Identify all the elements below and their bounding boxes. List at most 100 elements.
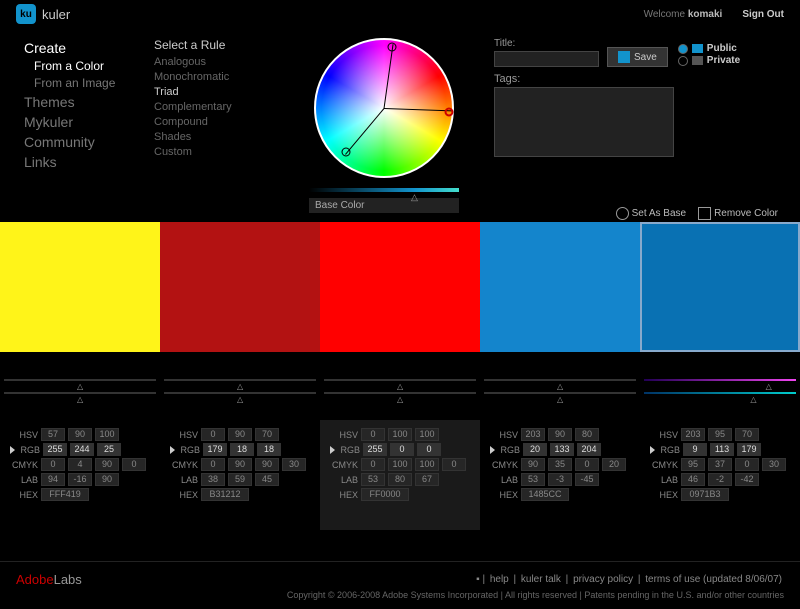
- slider-bar[interactable]: △: [4, 392, 156, 394]
- rgb-g[interactable]: 18: [230, 443, 254, 456]
- cmyk-c[interactable]: 95: [681, 458, 705, 471]
- cmyk-m[interactable]: 35: [548, 458, 572, 471]
- rgb-b[interactable]: 0: [417, 443, 441, 456]
- brightness-slider[interactable]: △: [309, 188, 459, 192]
- lab-b[interactable]: 67: [415, 473, 439, 486]
- cmyk-k[interactable]: 30: [762, 458, 786, 471]
- slider-bar[interactable]: △: [484, 379, 636, 381]
- slider-handle-icon[interactable]: △: [237, 395, 243, 404]
- nav-from-image[interactable]: From an Image: [24, 75, 154, 92]
- slider-handle-icon[interactable]: △: [77, 382, 83, 391]
- rgb-b[interactable]: 18: [257, 443, 281, 456]
- hex-value[interactable]: B31212: [201, 488, 249, 501]
- cmyk-c[interactable]: 0: [361, 458, 385, 471]
- rgb-g[interactable]: 0: [390, 443, 414, 456]
- hsv-v[interactable]: 70: [255, 428, 279, 441]
- hsv-v[interactable]: 80: [575, 428, 599, 441]
- rgb-r[interactable]: 179: [203, 443, 227, 456]
- remove-color-button[interactable]: Remove Color: [698, 207, 778, 220]
- rgb-r[interactable]: 9: [683, 443, 707, 456]
- private-radio[interactable]: [678, 56, 688, 66]
- rgb-g[interactable]: 113: [710, 443, 734, 456]
- lab-l[interactable]: 38: [201, 473, 225, 486]
- cmyk-c[interactable]: 90: [521, 458, 545, 471]
- cmyk-m[interactable]: 90: [228, 458, 252, 471]
- tags-input[interactable]: [494, 87, 674, 157]
- lab-a[interactable]: -3: [548, 473, 572, 486]
- rule-analogous[interactable]: Analogous: [154, 55, 274, 70]
- cmyk-c[interactable]: 0: [201, 458, 225, 471]
- rgb-b[interactable]: 179: [737, 443, 761, 456]
- swatch[interactable]: [160, 222, 320, 352]
- rule-custom[interactable]: Custom: [154, 145, 274, 160]
- swatch[interactable]: [0, 222, 160, 352]
- slider-handle-icon[interactable]: △: [750, 395, 756, 404]
- cmyk-y[interactable]: 100: [415, 458, 439, 471]
- nav-themes[interactable]: Themes: [24, 92, 154, 112]
- slider-handle-icon[interactable]: △: [766, 382, 772, 391]
- brightness-marker-icon[interactable]: △: [411, 192, 418, 203]
- slider-bar[interactable]: △: [324, 392, 476, 394]
- hsv-v[interactable]: 70: [735, 428, 759, 441]
- hsv-v[interactable]: 100: [415, 428, 439, 441]
- cmyk-m[interactable]: 100: [388, 458, 412, 471]
- rgb-r[interactable]: 255: [43, 443, 67, 456]
- lab-l[interactable]: 94: [41, 473, 65, 486]
- hsv-h[interactable]: 203: [681, 428, 705, 441]
- rgb-b[interactable]: 25: [97, 443, 121, 456]
- cmyk-k[interactable]: 0: [442, 458, 466, 471]
- nav-from-color[interactable]: From a Color: [24, 58, 154, 75]
- hsv-s[interactable]: 95: [708, 428, 732, 441]
- slider-bar[interactable]: △: [164, 392, 316, 394]
- cmyk-m[interactable]: 37: [708, 458, 732, 471]
- swatch[interactable]: [320, 222, 480, 352]
- hsv-h[interactable]: 203: [521, 428, 545, 441]
- public-radio[interactable]: [678, 44, 688, 54]
- lab-l[interactable]: 53: [521, 473, 545, 486]
- lab-l[interactable]: 53: [361, 473, 385, 486]
- cmyk-y[interactable]: 90: [95, 458, 119, 471]
- rule-shades[interactable]: Shades: [154, 130, 274, 145]
- wheel-handle[interactable]: [388, 42, 397, 51]
- hex-value[interactable]: 0971B3: [681, 488, 729, 501]
- lab-a[interactable]: -2: [708, 473, 732, 486]
- cmyk-y[interactable]: 0: [575, 458, 599, 471]
- hsv-v[interactable]: 100: [95, 428, 119, 441]
- lab-b[interactable]: 45: [255, 473, 279, 486]
- hsv-h[interactable]: 0: [201, 428, 225, 441]
- hsv-s[interactable]: 90: [548, 428, 572, 441]
- footer-link[interactable]: privacy policy: [573, 574, 633, 585]
- cmyk-c[interactable]: 0: [41, 458, 65, 471]
- hsv-s[interactable]: 90: [228, 428, 252, 441]
- nav-create[interactable]: Create: [24, 38, 154, 58]
- save-button[interactable]: Save: [607, 47, 668, 67]
- slider-bar[interactable]: △: [4, 379, 156, 381]
- rgb-g[interactable]: 133: [550, 443, 574, 456]
- rgb-r[interactable]: 255: [363, 443, 387, 456]
- cmyk-y[interactable]: 0: [735, 458, 759, 471]
- lab-b[interactable]: -45: [575, 473, 599, 486]
- nav-mykuler[interactable]: Mykuler: [24, 112, 154, 132]
- footer-link[interactable]: terms of use (updated 8/06/07): [645, 574, 782, 585]
- nav-links[interactable]: Links: [24, 152, 154, 172]
- wheel-handle[interactable]: [341, 147, 350, 156]
- slider-bar[interactable]: △: [644, 392, 796, 394]
- rgb-r[interactable]: 20: [523, 443, 547, 456]
- slider-bar[interactable]: △: [484, 392, 636, 394]
- swatch[interactable]: [640, 222, 800, 352]
- lab-b[interactable]: 90: [95, 473, 119, 486]
- hsv-s[interactable]: 100: [388, 428, 412, 441]
- color-wheel[interactable]: [314, 38, 454, 178]
- footer-link[interactable]: help: [490, 574, 509, 585]
- hex-value[interactable]: FFF419: [41, 488, 89, 501]
- rule-compound[interactable]: Compound: [154, 115, 274, 130]
- slider-bar[interactable]: △: [644, 379, 796, 381]
- lab-a[interactable]: 59: [228, 473, 252, 486]
- set-as-base-button[interactable]: Set As Base: [616, 207, 686, 220]
- slider-bar[interactable]: △: [164, 379, 316, 381]
- cmyk-k[interactable]: 0: [122, 458, 146, 471]
- hsv-s[interactable]: 90: [68, 428, 92, 441]
- wheel-handle[interactable]: [445, 108, 454, 117]
- footer-link[interactable]: kuler talk: [521, 574, 561, 585]
- slider-handle-icon[interactable]: △: [237, 382, 243, 391]
